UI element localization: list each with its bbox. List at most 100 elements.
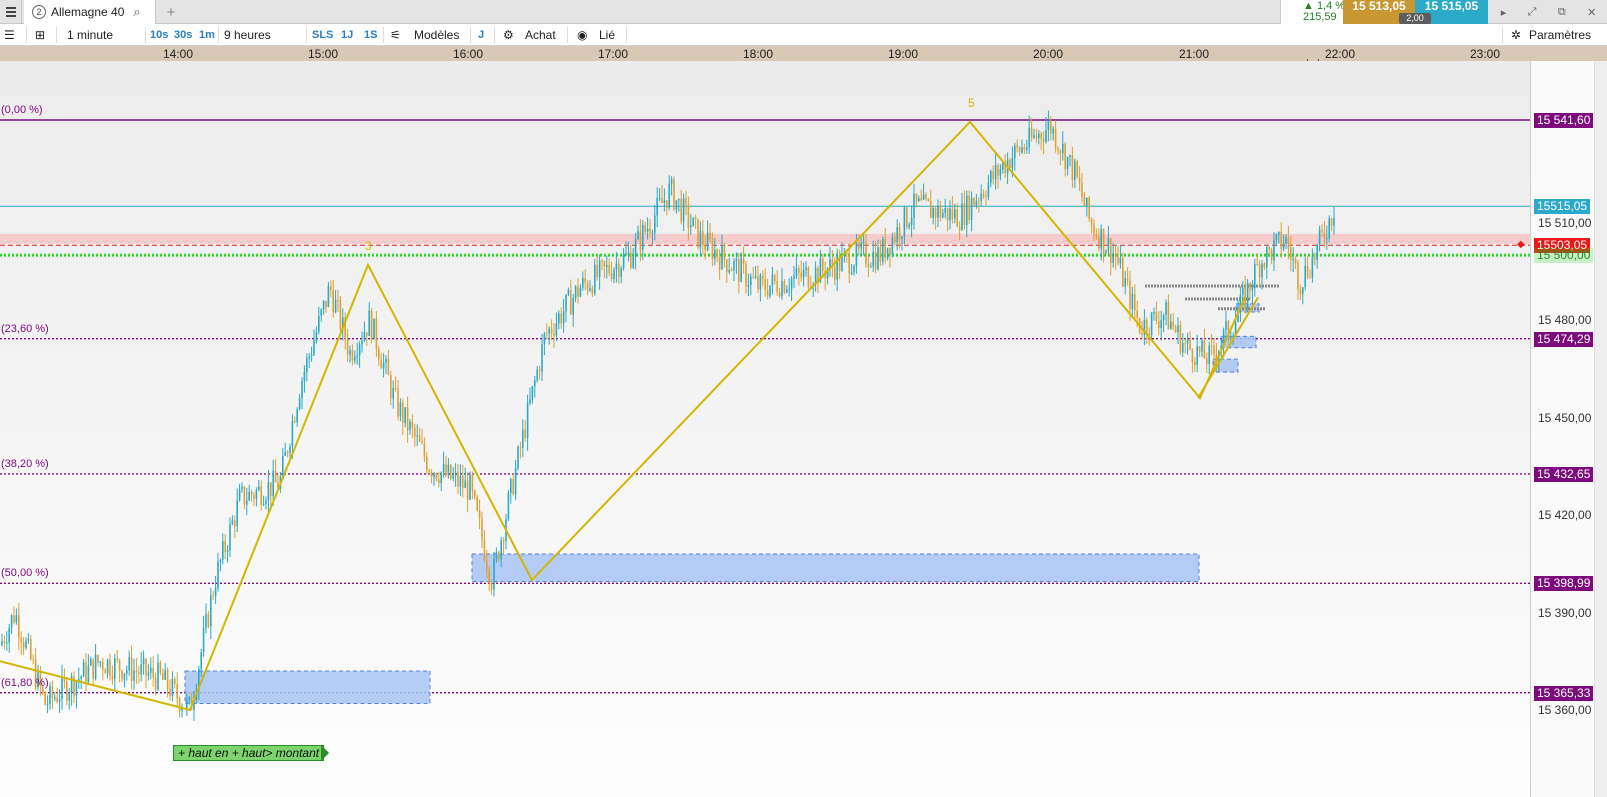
interval-1m-button[interactable]: 1m	[199, 24, 215, 46]
order-marker-icon[interactable]: ◆	[1517, 239, 1527, 251]
candle-body	[200, 652, 202, 669]
candle-body	[130, 657, 133, 681]
candle-body	[378, 348, 380, 360]
candle-body	[433, 473, 435, 477]
candle-body	[246, 500, 248, 505]
candle-body	[529, 399, 531, 403]
candle-body	[661, 198, 663, 203]
candle-body	[286, 451, 289, 453]
candle-body	[906, 207, 908, 228]
candle-body	[370, 310, 373, 340]
add-tab-button[interactable]: +	[160, 0, 182, 24]
candle-body	[459, 476, 462, 487]
candle-body	[498, 551, 500, 560]
candle-body	[1285, 237, 1287, 244]
vertical-scrollbar[interactable]	[1594, 61, 1607, 797]
candle-body	[80, 676, 82, 679]
candle-body	[1002, 162, 1004, 170]
candle-body	[361, 340, 363, 345]
period-1j-button[interactable]: 1J	[341, 24, 353, 46]
candle-body	[61, 676, 63, 700]
candle-body	[402, 402, 404, 424]
candle-body	[558, 313, 560, 324]
candle-body	[123, 673, 126, 680]
candle-body	[889, 247, 891, 255]
candle-body	[958, 226, 961, 230]
candle-body	[572, 297, 574, 315]
candle-body	[1069, 155, 1071, 157]
candle-body	[234, 520, 236, 527]
candle-body	[536, 369, 538, 381]
period-select[interactable]: 9 heures	[224, 24, 271, 46]
candle-body	[27, 638, 30, 641]
settings-button[interactable]: Paramètres	[1529, 24, 1591, 46]
candle-body	[642, 224, 644, 250]
candle-body	[92, 658, 94, 679]
candle-body	[1119, 257, 1122, 264]
time-tick-label: 19:00	[887, 47, 919, 61]
candle-body	[166, 669, 169, 689]
expand-icon[interactable]: ⤢	[1528, 6, 1537, 19]
candle-body	[973, 198, 975, 206]
candle-body	[483, 539, 486, 561]
price-chart[interactable]	[0, 61, 1607, 797]
candle-body	[346, 339, 349, 355]
interval-30s-button[interactable]: 30s	[174, 24, 192, 46]
candle-body	[406, 407, 409, 431]
candle-body	[99, 661, 102, 663]
candle-body	[66, 681, 68, 701]
candle-body	[111, 675, 114, 679]
fib-level-label: (50,00 %)	[1, 567, 49, 580]
candle-body	[774, 274, 776, 282]
candle-body	[550, 328, 553, 334]
hamburger-menu-icon[interactable]	[0, 0, 22, 24]
candle-body	[320, 309, 322, 316]
popout-icon[interactable]: ⧉	[1558, 6, 1566, 19]
models-button[interactable]: Modèles	[414, 24, 459, 46]
link-eye-icon: ◉	[577, 28, 588, 42]
close-icon[interactable]: ✕	[1587, 6, 1596, 19]
candle-body	[1028, 127, 1030, 148]
period-sls-button[interactable]: SLS	[312, 24, 333, 46]
candle-body	[430, 472, 433, 477]
price-tag: 15 398,99	[1534, 576, 1594, 592]
settings-gear-icon[interactable]: ✲	[1511, 24, 1521, 46]
interval-select[interactable]: 1 minute	[67, 24, 113, 46]
candle-body	[1182, 343, 1184, 353]
candle-body	[1105, 250, 1107, 254]
tab-instrument[interactable]: 2 Allemagne 40 ⌕	[24, 0, 156, 24]
search-icon[interactable]: ⌕	[133, 4, 140, 20]
candle-body	[922, 194, 925, 200]
annotation-label[interactable]: + haut en + haut> montant	[173, 745, 325, 761]
layout-grid-icon[interactable]: ⊞	[35, 24, 45, 46]
linked-button[interactable]: Lié	[599, 24, 615, 46]
candle-body	[495, 551, 498, 560]
candle-body	[1030, 127, 1033, 138]
candle-body	[781, 281, 783, 297]
j-button[interactable]: J	[478, 24, 484, 46]
candle-body	[90, 658, 92, 666]
candle-body	[982, 193, 985, 197]
candle-body	[1081, 183, 1083, 197]
list-icon[interactable]: ☰	[4, 24, 15, 46]
candle-body	[510, 478, 512, 493]
candle-body	[577, 286, 579, 297]
candle-body	[447, 464, 450, 476]
interval-10s-button[interactable]: 10s	[150, 24, 168, 46]
buy-tool-button[interactable]: Achat	[525, 24, 556, 46]
candle-body	[783, 281, 786, 293]
candle-body	[1297, 262, 1299, 289]
dock-icon[interactable]: ▸	[1501, 6, 1507, 19]
candle-body	[970, 198, 973, 220]
candle-body	[332, 290, 334, 313]
candle-body	[766, 290, 769, 297]
candle-body	[1059, 150, 1062, 154]
candle-body	[1174, 327, 1177, 333]
candle-body	[212, 595, 214, 597]
candle-body	[1261, 263, 1263, 278]
candle-body	[224, 541, 226, 552]
candle-body	[186, 699, 188, 709]
period-1s-button[interactable]: 1S	[364, 24, 377, 46]
candle-body	[274, 470, 277, 483]
candle-body	[649, 228, 651, 234]
